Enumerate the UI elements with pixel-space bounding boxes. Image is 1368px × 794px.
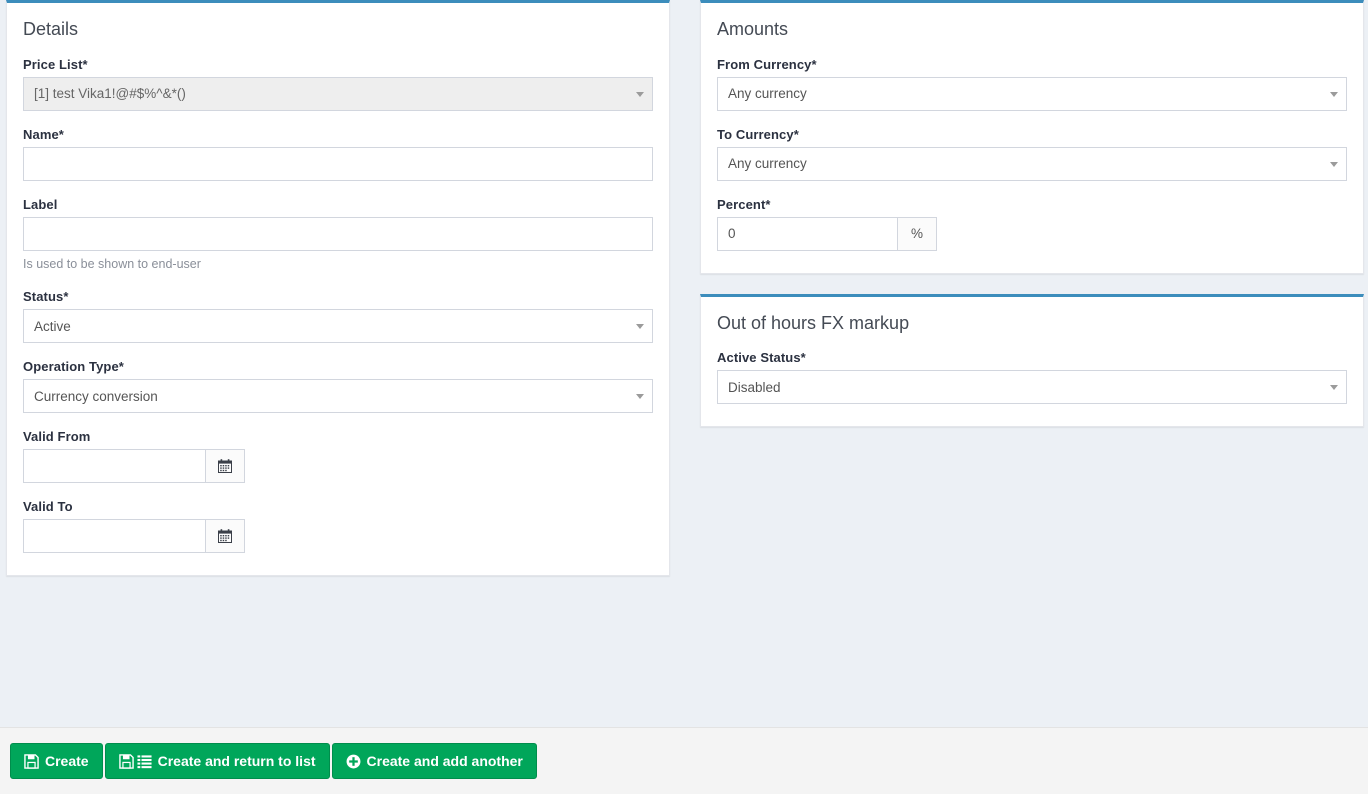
operation-type-label: Operation Type* (23, 359, 653, 374)
out-of-hours-panel: Out of hours FX markup Active Status* Di… (700, 294, 1364, 428)
create-and-return-button[interactable]: Create and return to list (105, 743, 330, 779)
label-input[interactable] (23, 217, 653, 251)
field-valid-from: Valid From (23, 429, 653, 483)
create-button-label: Create (45, 753, 89, 769)
operation-type-select-wrap: Currency conversion (23, 379, 653, 413)
create-and-return-button-label: Create and return to list (158, 753, 316, 769)
plus-circle-icon (346, 754, 361, 769)
details-panel: Details Price List* [1] test Vika1!@#$%^… (6, 0, 670, 576)
from-currency-select[interactable]: Any currency (717, 77, 1347, 111)
price-list-select-wrap: [1] test Vika1!@#$%^&*() (23, 77, 653, 111)
from-currency-label: From Currency* (717, 57, 1347, 72)
form-buttons: Create (10, 743, 537, 779)
percent-input-group: % (717, 217, 937, 251)
calendar-icon[interactable] (205, 449, 245, 483)
field-price-list: Price List* [1] test Vika1!@#$%^&*() (23, 57, 653, 111)
amounts-panel: Amounts From Currency* Any currency To C… (700, 0, 1364, 274)
field-operation-type: Operation Type* Currency conversion (23, 359, 653, 413)
name-input[interactable] (23, 147, 653, 181)
right-column: Amounts From Currency* Any currency To C… (700, 0, 1364, 447)
field-percent: Percent* % (717, 197, 1347, 251)
create-and-add-another-button[interactable]: Create and add another (332, 743, 537, 779)
active-status-select[interactable]: Disabled (717, 370, 1347, 404)
percent-addon: % (897, 217, 937, 251)
save-icon (24, 754, 39, 769)
status-select[interactable]: Active (23, 309, 653, 343)
out-of-hours-panel-title: Out of hours FX markup (717, 313, 1347, 335)
field-name: Name* (23, 127, 653, 181)
to-currency-select-wrap: Any currency (717, 147, 1347, 181)
price-list-select[interactable]: [1] test Vika1!@#$%^&*() (23, 77, 653, 111)
field-to-currency: To Currency* Any currency (717, 127, 1347, 181)
create-and-add-another-button-label: Create and add another (367, 753, 523, 769)
valid-to-group (23, 519, 245, 553)
amounts-panel-title: Amounts (717, 19, 1347, 41)
active-status-select-wrap: Disabled (717, 370, 1347, 404)
valid-from-input[interactable] (23, 449, 205, 483)
label-help-text: Is used to be shown to end-user (23, 256, 653, 274)
active-status-label: Active Status* (717, 350, 1347, 365)
label-label: Label (23, 197, 653, 212)
valid-to-input[interactable] (23, 519, 205, 553)
from-currency-select-wrap: Any currency (717, 77, 1347, 111)
status-label: Status* (23, 289, 653, 304)
field-from-currency: From Currency* Any currency (717, 57, 1347, 111)
form-action-bar: Create (0, 727, 1368, 794)
to-currency-label: To Currency* (717, 127, 1347, 142)
page-root: Details Price List* [1] test Vika1!@#$%^… (0, 0, 1368, 794)
valid-from-label: Valid From (23, 429, 653, 444)
field-valid-to: Valid To (23, 499, 653, 553)
valid-to-label: Valid To (23, 499, 653, 514)
create-button[interactable]: Create (10, 743, 103, 779)
percent-label: Percent* (717, 197, 1347, 212)
field-status: Status* Active (23, 289, 653, 343)
operation-type-select[interactable]: Currency conversion (23, 379, 653, 413)
valid-from-group (23, 449, 245, 483)
save-list-icon (119, 754, 152, 769)
name-label: Name* (23, 127, 653, 142)
calendar-icon[interactable] (205, 519, 245, 553)
price-list-label: Price List* (23, 57, 653, 72)
details-panel-title: Details (23, 19, 653, 41)
to-currency-select[interactable]: Any currency (717, 147, 1347, 181)
form-content-area: Details Price List* [1] test Vika1!@#$%^… (0, 0, 1368, 727)
status-select-wrap: Active (23, 309, 653, 343)
left-column: Details Price List* [1] test Vika1!@#$%^… (6, 0, 670, 596)
field-active-status: Active Status* Disabled (717, 350, 1347, 404)
field-label: Label Is used to be shown to end-user (23, 197, 653, 274)
percent-input[interactable] (717, 217, 897, 251)
